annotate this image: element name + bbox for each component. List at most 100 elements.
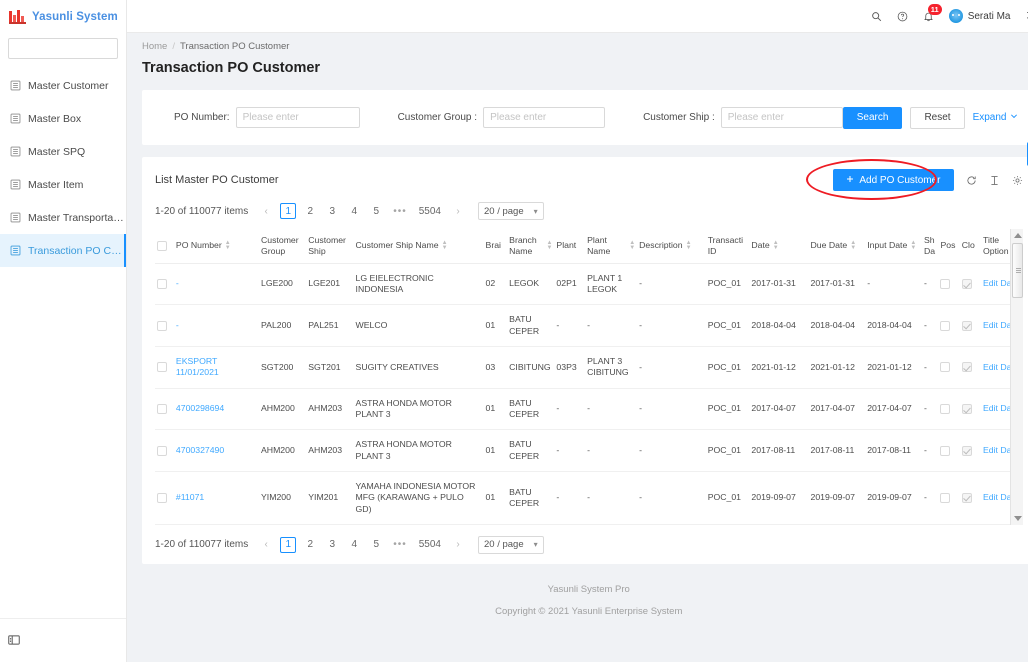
- po-number-link[interactable]: EKSPORT 11/01/2021: [176, 356, 219, 377]
- user-menu[interactable]: Serati Ma: [948, 9, 1011, 23]
- reload-icon[interactable]: [966, 175, 977, 186]
- bell-icon[interactable]: 11: [923, 3, 942, 22]
- po-number-link[interactable]: -: [176, 320, 179, 330]
- page-size-select[interactable]: 20 / page ▾: [477, 202, 544, 220]
- sidebar-search-input[interactable]: [9, 39, 146, 58]
- sort-icon[interactable]: ▲ ▼: [850, 240, 856, 251]
- th-label: PO Number: [175, 240, 222, 251]
- th-date[interactable]: Date ▲ ▼: [749, 229, 809, 264]
- po-number-link[interactable]: 4700327490: [176, 445, 224, 455]
- cell-branch-name: BATU CEPER: [507, 471, 555, 525]
- sort-icon[interactable]: ▲ ▼: [546, 240, 552, 251]
- po-number-link[interactable]: 4700298694: [176, 403, 224, 413]
- th-branch-name[interactable]: Branch Name ▲ ▼: [507, 229, 555, 264]
- cell-plant: -: [554, 429, 586, 472]
- pos-checkbox[interactable]: [940, 320, 951, 331]
- po-number-link[interactable]: #11071: [176, 492, 204, 502]
- page-1[interactable]: 1: [280, 536, 297, 553]
- pos-checkbox[interactable]: [940, 362, 951, 373]
- table-row[interactable]: - PAL200 PAL251 WELCO 01 BATU CEPER - - …: [155, 304, 1023, 347]
- sort-icon[interactable]: ▲ ▼: [773, 240, 779, 251]
- th-po-number[interactable]: PO Number ▲ ▼: [173, 229, 259, 264]
- po-number-link[interactable]: -: [176, 278, 179, 288]
- table-row[interactable]: - LGE200 LGE201 LG EIELECTRONIC INDONESI…: [155, 263, 1023, 306]
- add-po-customer-button[interactable]: Add PO Customer: [833, 169, 954, 191]
- row-checkbox[interactable]: [157, 362, 167, 373]
- scrollbar-thumb[interactable]: [1011, 243, 1023, 298]
- table-row[interactable]: #11071 YIM200 YIM201 YAMAHA INDONESIA MO…: [155, 471, 1023, 525]
- customer-ship-input[interactable]: [720, 107, 843, 128]
- sidebar-item-master-box[interactable]: Master Box: [0, 102, 126, 135]
- cell-plant-name: PLANT 1 LEGOK: [585, 263, 638, 306]
- cell-plant: -: [554, 471, 586, 525]
- menu-fold-icon[interactable]: [8, 634, 20, 648]
- pos-checkbox[interactable]: [940, 279, 951, 290]
- row-checkbox[interactable]: [157, 492, 167, 503]
- row-checkbox[interactable]: [157, 445, 167, 456]
- table-row[interactable]: 4700298694 AHM200 AHM203 ASTRA HONDA MOT…: [155, 388, 1023, 431]
- pos-checkbox[interactable]: [940, 445, 951, 456]
- page-ellipsis[interactable]: •••: [390, 203, 410, 219]
- th-input-date[interactable]: Input Date ▲ ▼: [865, 229, 922, 264]
- reset-button[interactable]: Reset: [910, 106, 965, 129]
- sidebar-item-transaction-po-customer[interactable]: Transaction PO Custo...: [0, 234, 126, 267]
- sort-icon[interactable]: ▲ ▼: [910, 240, 916, 251]
- customer-group-input[interactable]: [483, 107, 606, 128]
- filter-panel: PO Number: Customer Group : Customer Shi…: [142, 90, 1028, 145]
- chevron-right-icon[interactable]: ›: [450, 203, 466, 219]
- pos-checkbox[interactable]: [940, 492, 951, 503]
- row-checkbox[interactable]: [157, 403, 167, 414]
- table-vertical-scrollbar[interactable]: [1009, 229, 1023, 525]
- page-2[interactable]: 2: [302, 203, 318, 219]
- select-all-checkbox[interactable]: [157, 241, 167, 252]
- scroll-down-arrow-icon[interactable]: [1013, 515, 1022, 521]
- sidebar-item-master-spq[interactable]: Master SPQ: [0, 135, 126, 168]
- page-5[interactable]: 5: [368, 203, 384, 219]
- page-size-select[interactable]: 20 / page ▾: [477, 535, 544, 554]
- page-5[interactable]: 5: [368, 537, 384, 553]
- th-plant-name[interactable]: Plant Name ▲ ▼: [585, 229, 638, 264]
- th-description[interactable]: Description ▲ ▼: [637, 229, 706, 264]
- page-4[interactable]: 4: [346, 203, 362, 219]
- row-checkbox[interactable]: [157, 320, 167, 331]
- page-ellipsis[interactable]: •••: [390, 537, 410, 553]
- brand[interactable]: Yasunli System: [0, 0, 126, 33]
- cell-checkbox: [155, 471, 174, 525]
- po-number-input[interactable]: [235, 107, 360, 128]
- page-4[interactable]: 4: [346, 537, 362, 553]
- sidebar-item-master-customer[interactable]: Master Customer: [0, 69, 126, 102]
- th-customer-ship-name[interactable]: Customer Ship Name ▲ ▼: [353, 229, 484, 264]
- gear-icon[interactable]: [1012, 175, 1023, 186]
- sort-icon[interactable]: ▲ ▼: [225, 240, 231, 251]
- scroll-up-arrow-icon[interactable]: [1013, 233, 1022, 238]
- breadcrumb-home[interactable]: Home: [142, 41, 167, 52]
- clo-checkbox: [961, 403, 972, 414]
- page-3[interactable]: 3: [324, 203, 340, 219]
- page-3[interactable]: 3: [324, 537, 340, 553]
- chevron-left-icon[interactable]: ‹: [258, 203, 274, 219]
- sidebar-item-master-item[interactable]: Master Item: [0, 168, 126, 201]
- search-button[interactable]: Search: [842, 106, 903, 129]
- sort-icon[interactable]: ▲ ▼: [686, 240, 692, 251]
- page-last[interactable]: 5504: [416, 537, 444, 553]
- pos-checkbox[interactable]: [940, 403, 951, 414]
- search-icon[interactable]: [871, 11, 882, 22]
- user-name: Serati Ma: [967, 10, 1011, 22]
- question-circle-icon[interactable]: [897, 11, 908, 22]
- column-height-icon[interactable]: [989, 175, 1000, 186]
- sidebar-search[interactable]: [8, 38, 157, 59]
- table-row[interactable]: EKSPORT 11/01/2021 SGT200 SGT201 SUGITY …: [155, 346, 1023, 389]
- chevron-left-icon[interactable]: ‹: [258, 537, 274, 553]
- table-row[interactable]: 4700327490 AHM200 AHM203 ASTRA HONDA MOT…: [155, 429, 1023, 472]
- chevron-right-icon[interactable]: ›: [450, 537, 466, 553]
- cell-description: -: [637, 429, 706, 472]
- row-checkbox[interactable]: [157, 279, 167, 290]
- th-due-date[interactable]: Due Date ▲ ▼: [808, 229, 866, 264]
- sort-icon[interactable]: ▲ ▼: [629, 240, 635, 251]
- sort-icon[interactable]: ▲ ▼: [442, 240, 448, 251]
- page-last[interactable]: 5504: [416, 203, 444, 219]
- page-1[interactable]: 1: [280, 203, 297, 219]
- page-2[interactable]: 2: [302, 537, 318, 553]
- expand-toggle[interactable]: Expand: [973, 112, 1018, 123]
- sidebar-item-master-transportation[interactable]: Master Transportation: [0, 201, 126, 234]
